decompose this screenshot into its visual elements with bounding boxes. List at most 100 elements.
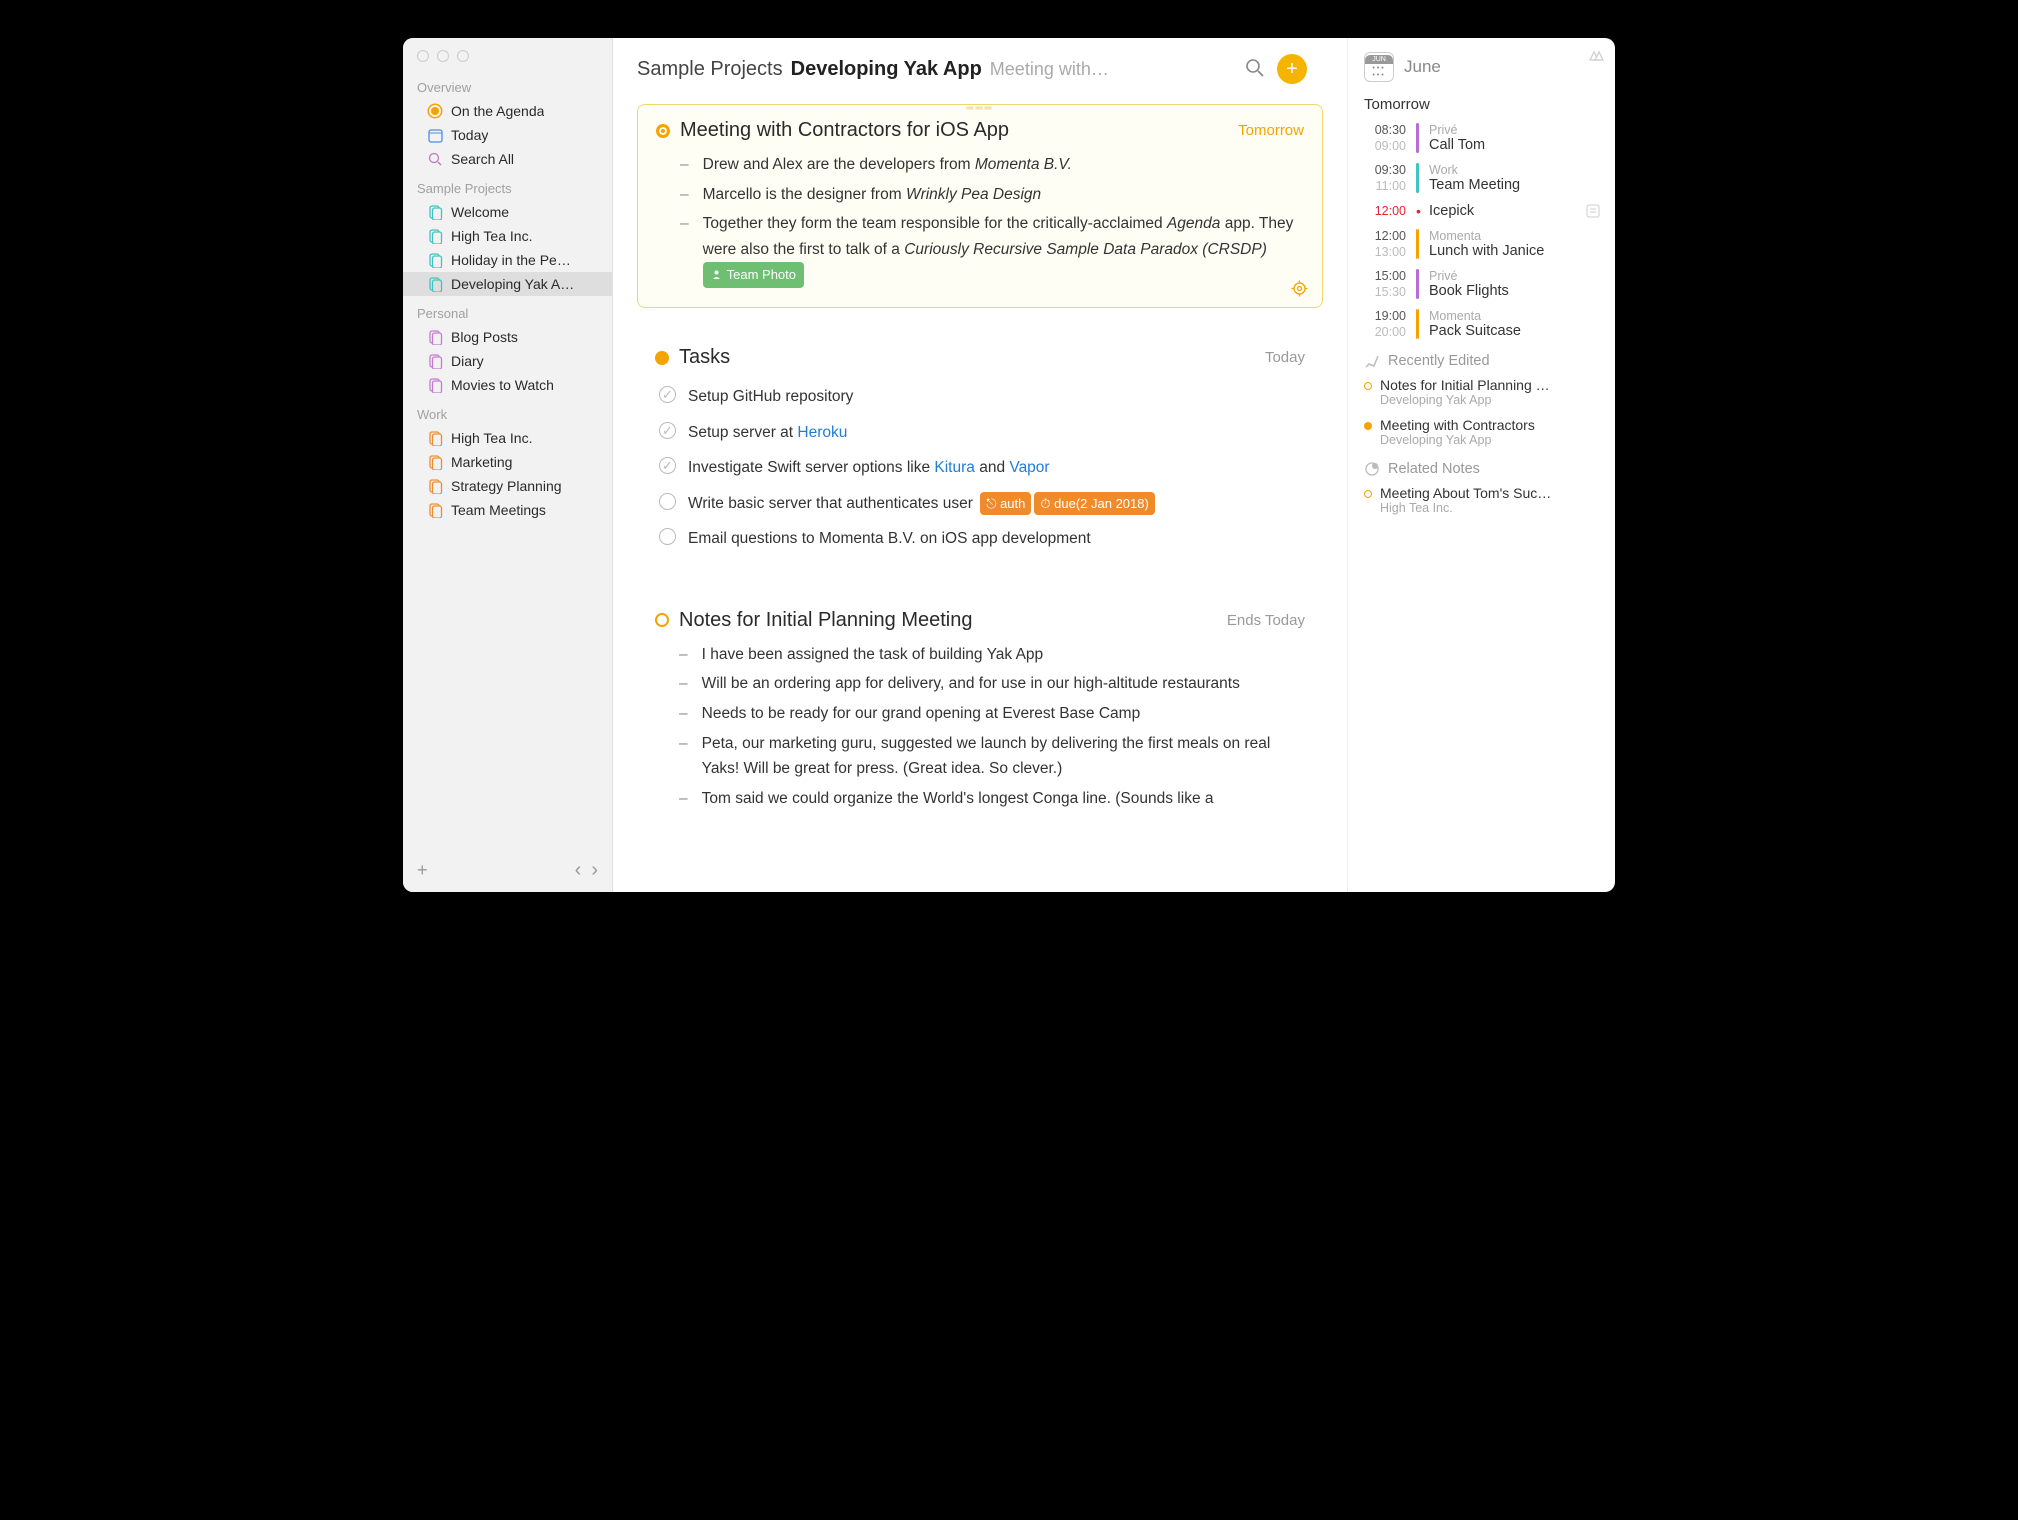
sidebar-item-label: High Tea Inc.	[451, 228, 532, 244]
sidebar-item-strategy[interactable]: Strategy Planning	[403, 474, 612, 498]
link-kitura[interactable]: Kitura	[934, 459, 975, 476]
recent-item[interactable]: Notes for Initial Planning …Developing Y…	[1364, 377, 1601, 407]
task-row: Write basic server that authenticates us…	[659, 486, 1305, 522]
note-date[interactable]: Ends Today	[1227, 612, 1305, 629]
agenda-dot-icon	[427, 103, 443, 119]
agenda-dot-icon[interactable]	[655, 613, 669, 627]
related-notes-section: Related Notes Meeting About Tom's Suc…Hi…	[1364, 461, 1601, 515]
sidebar-item-label: Today	[451, 127, 488, 143]
task-checkbox[interactable]	[659, 386, 676, 403]
project-icon	[427, 329, 443, 345]
calendar-today-icon	[427, 127, 443, 143]
sidebar-item-label: Team Meetings	[451, 502, 546, 518]
sidebar-item-work-hightea[interactable]: High Tea Inc.	[403, 426, 612, 450]
sidebar-item-on-the-agenda[interactable]: On the Agenda	[403, 99, 612, 123]
event-list: 08:3009:00 PrivéCall Tom 09:3011:00 Work…	[1364, 123, 1601, 339]
related-item[interactable]: Meeting About Tom's Suc…High Tea Inc.	[1364, 485, 1601, 515]
linked-note-icon[interactable]	[1585, 203, 1601, 219]
recent-item[interactable]: Meeting with ContractorsDeveloping Yak A…	[1364, 417, 1601, 447]
sidebar-item-label: Diary	[451, 353, 484, 369]
note-title[interactable]: Notes for Initial Planning Meeting	[679, 609, 1217, 632]
sidebar-item-today[interactable]: Today	[403, 123, 612, 147]
note-title[interactable]: Tasks	[679, 346, 1255, 369]
note-date[interactable]: Tomorrow	[1238, 122, 1304, 139]
drag-handle-icon[interactable]: ═══	[966, 103, 993, 114]
agenda-dot-icon[interactable]	[656, 124, 670, 138]
main-header: Sample Projects Developing Yak App Meeti…	[613, 38, 1347, 94]
note-tasks[interactable]: Tasks Today Setup GitHub repository Setu…	[637, 332, 1323, 571]
sidebar-item-holiday[interactable]: Holiday in the Pe…	[403, 248, 612, 272]
sidebar-item-label: Holiday in the Pe…	[451, 252, 571, 268]
note-settings-button[interactable]	[1291, 280, 1308, 297]
sidebar-item-label: Search All	[451, 151, 514, 167]
event-row[interactable]: 08:3009:00 PrivéCall Tom	[1364, 123, 1601, 153]
task-checkbox[interactable]	[659, 493, 676, 510]
zoom-window-icon[interactable]	[457, 50, 469, 62]
team-photo-chip[interactable]: Team Photo	[703, 262, 804, 287]
sidebar-item-developing-yak[interactable]: Developing Yak A…	[403, 272, 612, 296]
note-planning-meeting[interactable]: Notes for Initial Planning Meeting Ends …	[637, 595, 1323, 829]
project-icon	[427, 502, 443, 518]
event-row[interactable]: 19:0020:00 MomentaPack Suitcase	[1364, 309, 1601, 339]
breadcrumb-note[interactable]: Meeting with…	[990, 59, 1109, 80]
tag-auth[interactable]: ⎋ auth	[980, 492, 1031, 515]
search-button[interactable]	[1245, 58, 1267, 80]
nav-back-button[interactable]: ‹	[575, 859, 582, 882]
nav-forward-button[interactable]: ›	[591, 859, 598, 882]
sidebar-item-team-meetings[interactable]: Team Meetings	[403, 498, 612, 522]
note-title[interactable]: Meeting with Contractors for iOS App	[680, 119, 1228, 142]
sidebar-item-label: Marketing	[451, 454, 512, 470]
sidebar-item-label: Welcome	[451, 204, 509, 220]
calendar-month: June	[1404, 57, 1441, 77]
sidebar-item-welcome[interactable]: Welcome	[403, 200, 612, 224]
event-color-bar	[1416, 269, 1419, 299]
link-heroku[interactable]: Heroku	[797, 424, 847, 441]
add-note-button[interactable]: +	[1277, 54, 1307, 84]
app-window: Overview On the Agenda Today Search All …	[403, 38, 1615, 892]
clock-edit-icon	[1364, 353, 1380, 369]
event-row[interactable]: 09:3011:00 WorkTeam Meeting	[1364, 163, 1601, 193]
task-checkbox[interactable]	[659, 422, 676, 439]
event-color-bar	[1416, 123, 1419, 153]
sidebar-item-blog-posts[interactable]: Blog Posts	[403, 325, 612, 349]
tag-due[interactable]: ⏱ due(2 Jan 2018)	[1034, 492, 1154, 515]
breadcrumb-category[interactable]: Sample Projects	[637, 58, 783, 81]
event-row[interactable]: 12:00 • Icepick	[1364, 203, 1601, 219]
project-icon	[427, 353, 443, 369]
recently-edited-section: Recently Edited Notes for Initial Planni…	[1364, 353, 1601, 447]
note-date[interactable]: Today	[1265, 349, 1305, 366]
minimize-window-icon[interactable]	[437, 50, 449, 62]
breadcrumb-project[interactable]: Developing Yak App	[791, 58, 982, 81]
sync-warning-icon[interactable]	[1587, 48, 1605, 62]
sidebar-item-label: Blog Posts	[451, 329, 518, 345]
close-window-icon[interactable]	[417, 50, 429, 62]
task-checkbox[interactable]	[659, 457, 676, 474]
person-icon	[711, 269, 722, 280]
event-row[interactable]: 12:0013:00 MomentaLunch with Janice	[1364, 229, 1601, 259]
note-meeting-contractors[interactable]: ═══ Meeting with Contractors for iOS App…	[637, 104, 1323, 308]
window-controls	[403, 38, 612, 70]
task-row: Email questions to Momenta B.V. on iOS a…	[659, 521, 1305, 557]
event-row[interactable]: 15:0015:30 PrivéBook Flights	[1364, 269, 1601, 299]
note-body[interactable]: –Drew and Alex are the developers from M…	[656, 142, 1304, 289]
notes-list[interactable]: ═══ Meeting with Contractors for iOS App…	[613, 94, 1347, 892]
event-color-bar	[1416, 163, 1419, 193]
sidebar-item-search-all[interactable]: Search All	[403, 147, 612, 171]
sidebar-scroll: Overview On the Agenda Today Search All …	[403, 70, 612, 849]
sidebar-item-label: On the Agenda	[451, 103, 544, 119]
sidebar-item-high-tea[interactable]: High Tea Inc.	[403, 224, 612, 248]
sidebar-item-label: Strategy Planning	[451, 478, 562, 494]
right-panel: JUN •••••• June Tomorrow 08:3009:00 Priv…	[1347, 38, 1615, 892]
calendar-header[interactable]: JUN •••••• June	[1364, 52, 1601, 82]
project-icon	[427, 204, 443, 220]
task-checkbox[interactable]	[659, 528, 676, 545]
sidebar-item-movies[interactable]: Movies to Watch	[403, 373, 612, 397]
sidebar-item-marketing[interactable]: Marketing	[403, 450, 612, 474]
add-project-button[interactable]: +	[417, 860, 428, 881]
link-vapor[interactable]: Vapor	[1009, 459, 1049, 476]
sidebar-item-diary[interactable]: Diary	[403, 349, 612, 373]
project-icon	[427, 478, 443, 494]
agenda-dot-icon[interactable]	[655, 351, 669, 365]
event-color-bar	[1416, 229, 1419, 259]
calendar-day-label: Tomorrow	[1364, 96, 1601, 113]
